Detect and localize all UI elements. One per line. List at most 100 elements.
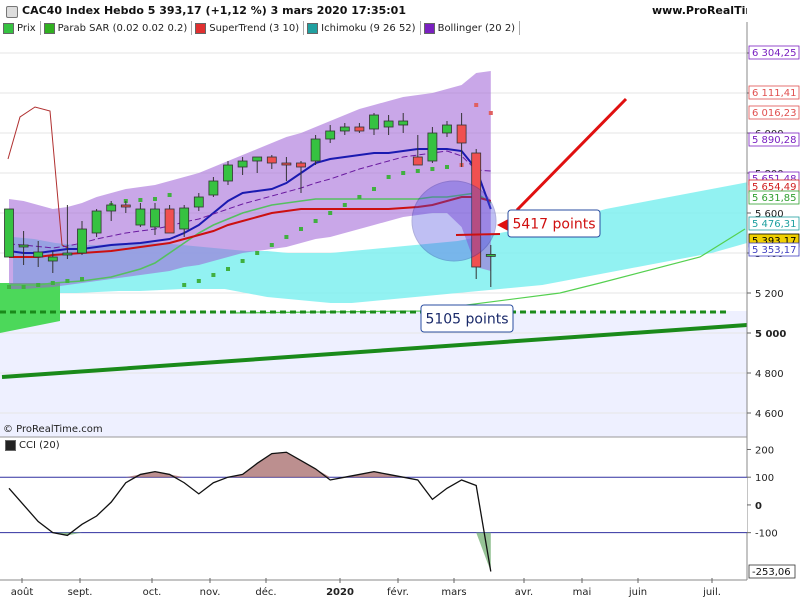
sar-dot [415, 169, 420, 173]
candle-body [252, 156, 263, 162]
candle-body [412, 156, 423, 166]
candle-body [398, 120, 409, 126]
candle-body [339, 126, 350, 132]
cci-swatch-icon [5, 440, 16, 451]
sar-dot [401, 171, 406, 175]
candle-body [47, 256, 58, 262]
y-tick-label: 4 800 [755, 369, 784, 380]
x-tick-label: juil. [702, 587, 721, 598]
x-tick-label: févr. [387, 586, 409, 598]
price-label-text: 6 016,23 [752, 108, 797, 119]
sar-dot [211, 273, 216, 277]
sar-dot [313, 219, 318, 223]
cci-tick-label: -100 [755, 529, 778, 540]
sar-dot [182, 283, 187, 287]
candle-body [310, 138, 321, 162]
cci-tick-label: 200 [755, 445, 774, 456]
resistance-annotation: 5417 points [507, 209, 601, 238]
sar-dot [269, 243, 274, 247]
cci-band [0, 477, 747, 533]
sar-dot [255, 251, 260, 255]
price-chart[interactable]: 5417 points5105 points6 4006 2006 0005 8… [0, 0, 800, 600]
lower-shade [0, 311, 747, 437]
price-label: 5 890,28 [748, 132, 800, 147]
sar-dot [488, 111, 493, 115]
candle-body [193, 196, 204, 208]
price-label-text: 5 631,85 [752, 193, 797, 204]
candle-body [91, 210, 102, 234]
cci-legend[interactable]: CCI (20) [5, 440, 60, 451]
candle-body [354, 126, 365, 132]
sar-dot [328, 211, 333, 215]
candle-body [33, 251, 44, 258]
price-label: 6 304,25 [748, 45, 800, 60]
candle-body [266, 156, 277, 164]
resistance-connector [455, 233, 501, 236]
x-tick-label: août [11, 586, 34, 598]
sar-dot [474, 103, 479, 107]
cci-tick-label: 0 [755, 501, 762, 512]
x-tick-label: oct. [143, 587, 162, 598]
candle [91, 209, 102, 237]
x-tick-label: avr. [515, 587, 533, 598]
sar-dot [138, 198, 143, 202]
x-tick-label: 2020 [326, 587, 354, 598]
sar-dot [284, 235, 289, 239]
price-label-text: 5 476,31 [752, 219, 797, 230]
candle-body [427, 132, 438, 162]
sar-dot [153, 197, 157, 201]
sar-dot [430, 167, 435, 171]
sar-dot [80, 277, 84, 281]
cci-tick-label: 100 [755, 473, 774, 484]
cci-label: CCI (20) [19, 440, 60, 451]
candle-body [179, 207, 190, 230]
candle-body [485, 253, 496, 257]
candle-body [456, 124, 467, 144]
candle-body [383, 120, 394, 128]
candle-body [223, 164, 233, 182]
sar-dot [299, 227, 303, 231]
x-tick-label: juin [628, 587, 647, 598]
y-tick-label: 4 600 [755, 409, 784, 420]
y-tick-label: 5 000 [755, 329, 786, 340]
support-annotation: 5105 points [420, 304, 514, 333]
cci-value-text: -253,06 [752, 567, 791, 578]
sar-dot [65, 279, 70, 283]
candle [164, 205, 175, 234]
candle-body [325, 130, 336, 140]
sar-dot [372, 187, 376, 191]
sar-dot [386, 175, 391, 179]
candle [223, 161, 233, 185]
candle-body [106, 204, 117, 212]
candle-body [281, 162, 292, 166]
candle-body [62, 252, 73, 256]
sar-dot [36, 283, 41, 287]
candle-body [208, 180, 219, 196]
sar-dot [7, 285, 11, 289]
x-tick-label: déc. [255, 586, 276, 598]
candle-body [442, 124, 452, 134]
price-label: 5 476,31 [748, 216, 800, 231]
candle-body [237, 160, 248, 168]
price-label-text: 6 304,25 [752, 48, 797, 59]
candle-body [120, 204, 131, 208]
cci-overbought-area [9, 452, 491, 478]
highlight-circle [411, 180, 497, 262]
price-label-text: 5 353,17 [752, 245, 797, 256]
sar-dot [445, 165, 449, 169]
candle-body [4, 208, 14, 258]
candle-body [150, 208, 160, 228]
copyright-label: © ProRealTime.com [3, 424, 103, 435]
sar-dot [196, 279, 201, 283]
x-tick-label: sept. [68, 587, 93, 598]
support-annotation-text: 5105 points [425, 312, 508, 328]
candle-body [18, 244, 29, 248]
candle [310, 135, 321, 165]
x-tick-label: mai [573, 587, 592, 598]
candle-body [164, 208, 175, 234]
x-tick-label: nov. [200, 587, 221, 598]
x-tick-label: mars [441, 587, 466, 598]
price-label: 5 631,85 [748, 190, 800, 205]
sar-dot [226, 267, 230, 271]
price-label: 6 111,41 [748, 85, 800, 100]
